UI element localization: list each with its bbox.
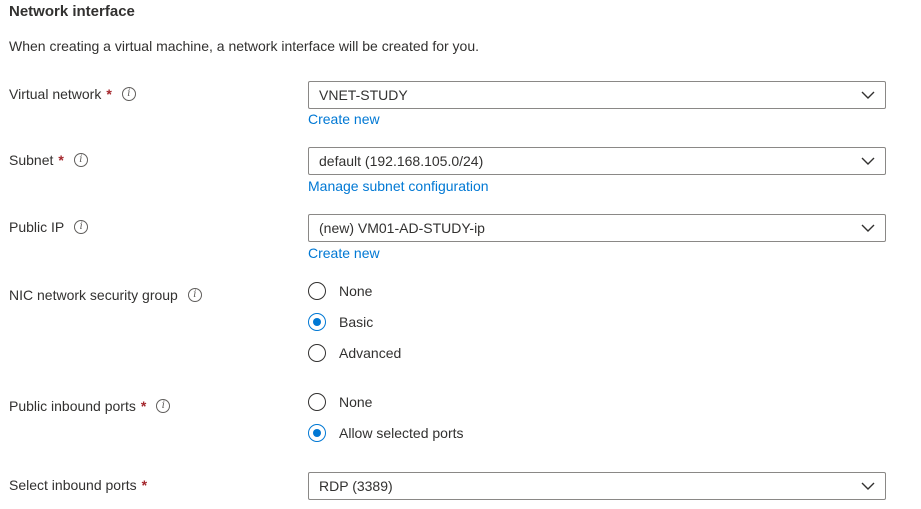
radio-button-checked[interactable]: [308, 424, 326, 442]
nic-nsg-radio-basic[interactable]: Basic: [308, 313, 373, 331]
subnet-label-text: Subnet: [9, 152, 54, 168]
public-ip-label-text: Public IP: [9, 219, 65, 235]
radio-label: Allow selected ports: [339, 425, 464, 441]
subnet-value: default (192.168.105.0/24): [319, 153, 484, 169]
info-icon[interactable]: i: [74, 220, 89, 234]
section-description: When creating a virtual machine, a netwo…: [9, 38, 480, 54]
create-new-public-ip-link[interactable]: Create new: [308, 245, 380, 261]
chevron-down-icon: [861, 224, 875, 232]
chevron-down-icon: [861, 482, 875, 490]
nic-nsg-radio-none[interactable]: None: [308, 282, 372, 300]
required-marker: *: [140, 398, 147, 414]
create-new-vnet-link[interactable]: Create new: [308, 111, 380, 127]
inbound-ports-radio-none[interactable]: None: [308, 393, 372, 411]
radio-button[interactable]: [308, 282, 326, 300]
section-title: Network interface: [9, 3, 135, 20]
nic-nsg-label-text: NIC network security group: [9, 287, 178, 303]
subnet-label: Subnet * i: [9, 152, 88, 168]
public-ip-value: (new) VM01-AD-STUDY-ip: [319, 220, 485, 236]
public-ip-dropdown[interactable]: (new) VM01-AD-STUDY-ip: [308, 214, 886, 242]
info-icon[interactable]: i: [156, 399, 171, 413]
info-icon[interactable]: i: [187, 288, 202, 302]
radio-button[interactable]: [308, 344, 326, 362]
required-marker: *: [141, 477, 148, 493]
subnet-dropdown[interactable]: default (192.168.105.0/24): [308, 147, 886, 175]
required-marker: *: [106, 86, 112, 102]
radio-button[interactable]: [308, 393, 326, 411]
info-icon[interactable]: i: [73, 153, 88, 167]
chevron-down-icon: [861, 157, 875, 165]
public-inbound-ports-label-text: Public inbound ports: [9, 398, 136, 414]
radio-label: Basic: [339, 314, 374, 330]
virtual-network-label: Virtual network * i: [9, 86, 136, 102]
radio-label: None: [339, 283, 373, 299]
chevron-down-icon: [861, 91, 875, 99]
select-inbound-ports-label: Select inbound ports *: [9, 477, 147, 493]
select-inbound-ports-value: RDP (3389): [319, 478, 393, 494]
required-marker: *: [58, 152, 64, 168]
nic-nsg-label: NIC network security group i: [9, 287, 202, 303]
manage-subnet-link[interactable]: Manage subnet configuration: [308, 178, 489, 194]
radio-label: None: [339, 394, 373, 410]
public-ip-label: Public IP i: [9, 219, 89, 235]
radio-label: Advanced: [339, 345, 402, 361]
virtual-network-label-text: Virtual network: [9, 86, 102, 102]
radio-button-checked[interactable]: [308, 313, 326, 331]
virtual-network-dropdown[interactable]: VNET-STUDY: [308, 81, 886, 109]
select-inbound-ports-label-text: Select inbound ports: [9, 477, 137, 493]
inbound-ports-radio-allow-selected[interactable]: Allow selected ports: [308, 424, 464, 442]
select-inbound-ports-dropdown[interactable]: RDP (3389): [308, 472, 886, 500]
virtual-network-value: VNET-STUDY: [319, 87, 408, 103]
public-inbound-ports-label: Public inbound ports * i: [9, 398, 171, 414]
nic-nsg-radio-advanced[interactable]: Advanced: [308, 344, 401, 362]
info-icon[interactable]: i: [121, 87, 136, 101]
